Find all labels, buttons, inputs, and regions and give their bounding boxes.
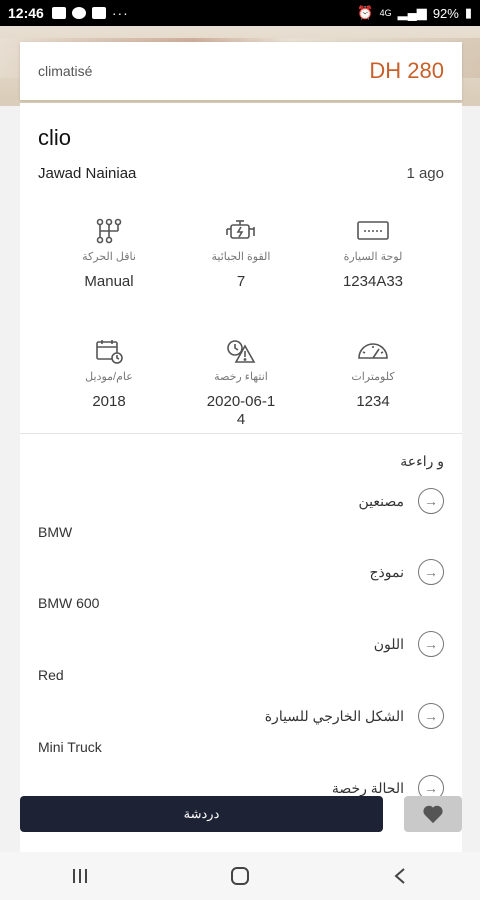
spec-value: 2020-06-1 4 [206, 393, 276, 428]
detail-label: اللون [373, 635, 404, 652]
spec-label: كلومترات [351, 371, 395, 383]
detail-row-model[interactable]: نموذج → [369, 559, 444, 585]
detail-label: مصنعين [358, 492, 405, 509]
back-icon [394, 868, 405, 884]
home-icon [231, 867, 249, 885]
battery-level: 92% [432, 5, 459, 21]
spec-license-expiry: انتهاء رخصة 2020-06-1 4 [171, 338, 311, 429]
message-icon [91, 7, 106, 19]
spec-label: انتهاء رخصة [214, 371, 268, 383]
heart-icon [423, 805, 443, 824]
recent-apps-icon [73, 869, 87, 883]
detail-label: الحالة رخصة [331, 779, 404, 796]
messenger-icon [71, 7, 86, 19]
posted-time: 1 ago [406, 165, 444, 182]
detail-value: Red [38, 667, 64, 683]
spec-value: 7 [236, 273, 246, 290]
detail-row-body-type[interactable]: الشكل الخارجي للسيارة → [265, 703, 444, 729]
back-button[interactable] [370, 856, 430, 896]
spec-value: 2018 [92, 393, 126, 410]
spec-fiscal-power: القوة الجبائية 7 [171, 218, 311, 291]
engine-icon [226, 220, 255, 239]
more-notifications-icon: ··· [111, 5, 129, 21]
arrow-right-circle-icon: → [418, 631, 444, 657]
notification-icons: ··· [51, 5, 129, 21]
license-alert-icon [227, 340, 256, 363]
calendar-icon [96, 340, 123, 364]
home-button[interactable] [210, 856, 270, 896]
detail-row-manufacturer[interactable]: مصنعين → [358, 488, 444, 514]
detail-label: نموذج [369, 563, 405, 580]
listing-tag: climatisé [38, 63, 93, 79]
listing-price: DH 280 [369, 58, 444, 83]
status-time: 12:46 [8, 5, 44, 21]
system-nav-bar [0, 852, 480, 900]
detail-value: BMW [38, 524, 73, 540]
status-bar: 12:46 ··· ⏰ 4G ▂▄▆ 92% ▮ [0, 0, 480, 26]
divider [20, 433, 462, 434]
gearbox-icon [96, 218, 122, 244]
arrow-right-circle-icon: → [418, 559, 444, 585]
spec-value: Manual [84, 273, 134, 290]
system-icons: ⏰ 4G ▂▄▆ 92% ▮ [357, 5, 472, 21]
owner-name[interactable]: Jawad Nainiaa [38, 165, 136, 182]
chat-button[interactable]: دردشة [20, 796, 383, 832]
detail-label: الشكل الخارجي للسيارة [264, 707, 404, 724]
detail-value: Mini Truck [38, 739, 102, 755]
arrow-right-circle-icon: → [418, 703, 444, 729]
speedometer-icon [358, 343, 388, 359]
arrow-right-circle-icon: → [418, 488, 444, 514]
spec-year: عام/موديل 2018 [39, 338, 179, 411]
spec-value: 1234 [356, 393, 390, 410]
spec-transmission: ناقل الحركة Manual [39, 218, 179, 291]
plate-icon [357, 221, 389, 240]
spec-label: لوحة السيارة [343, 251, 403, 263]
price-card: climatisé DH 280 [20, 42, 462, 100]
favorite-button[interactable] [404, 796, 462, 832]
details-section-title: و راءعة [400, 453, 444, 469]
spec-label: ناقل الحركة [82, 251, 136, 263]
detail-row-color[interactable]: اللون → [374, 631, 444, 657]
spec-mileage: كلومترات 1234 [303, 338, 443, 411]
spec-plate: لوحة السيارة 1234A33 [303, 218, 443, 291]
network-type: 4G [379, 8, 392, 18]
spec-label: عام/موديل [85, 371, 133, 383]
spec-value: 1234A33 [342, 273, 404, 290]
alarm-icon: ⏰ [357, 5, 374, 20]
battery-icon: ▮ [464, 5, 472, 20]
detail-value: BMW 600 [38, 595, 100, 611]
recent-apps-button[interactable] [50, 856, 110, 896]
listing-title: clio [38, 125, 72, 150]
signal-icon: ▂▄▆ [397, 5, 427, 20]
spec-label: القوة الجبائية [211, 251, 271, 263]
listing-details-card: clio Jawad Nainiaa 1 ago ناقل الحركة Man… [20, 103, 462, 863]
gallery-icon [51, 7, 66, 19]
